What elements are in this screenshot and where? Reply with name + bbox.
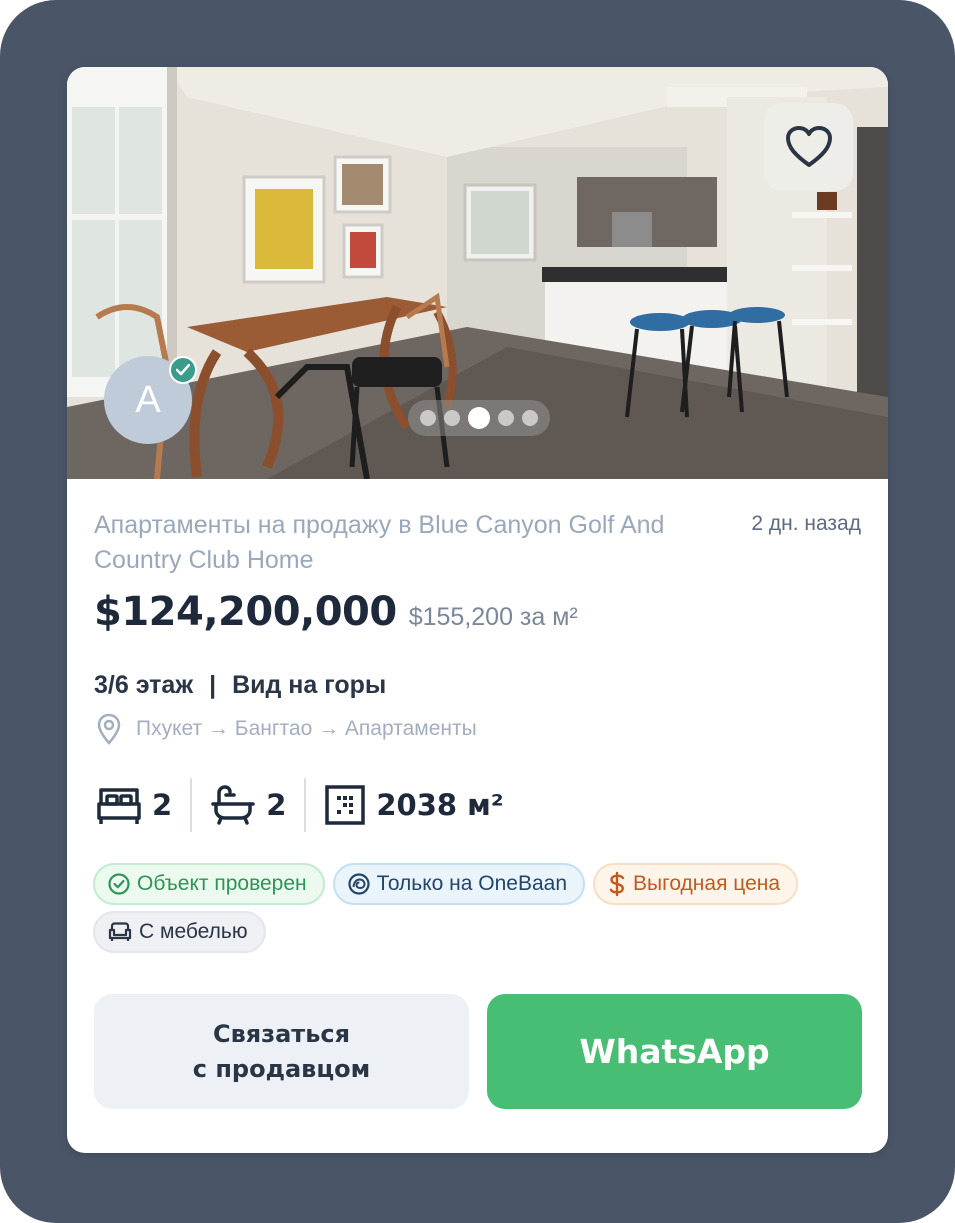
price-per-m2: $155,200 за м² — [408, 603, 578, 631]
spec-divider — [304, 778, 307, 832]
badge-good-price-label: Выгодная цена — [633, 872, 781, 895]
bathrooms-spec: 2 — [210, 784, 286, 826]
favorite-button[interactable] — [764, 103, 853, 191]
bathtub-icon — [211, 785, 255, 825]
features-separator: | — [209, 671, 217, 699]
whatsapp-button[interactable]: WhatsApp — [487, 994, 862, 1109]
features-row: 3/6 этаж | Вид на горы — [94, 671, 386, 700]
contact-seller-button[interactable]: Связаться с продавцом — [94, 994, 469, 1109]
check-icon — [176, 364, 190, 376]
gallery-dot[interactable] — [522, 410, 538, 426]
badge-exclusive-label: Только на OneBaan — [376, 872, 568, 895]
posted-time: 2 дн. назад — [751, 512, 861, 535]
badge-verified[interactable]: Объект проверен — [93, 863, 325, 905]
gallery-dot[interactable] — [444, 410, 460, 426]
gallery-dot[interactable] — [498, 410, 514, 426]
badge-verified-label: Объект проверен — [137, 872, 307, 895]
dollar-icon — [609, 871, 625, 897]
avatar-initial: A — [135, 378, 161, 421]
badge-furnished-label: С мебелью — [139, 920, 248, 943]
bathrooms-count: 2 — [266, 788, 287, 822]
bedrooms-spec: 2 — [96, 784, 172, 826]
listing-card[interactable]: A Апартаменты на продажу в Blue Canyon G… — [67, 67, 888, 1153]
check-circle-icon — [108, 873, 130, 895]
area-value: 2038 м² — [376, 788, 504, 822]
spec-divider — [190, 778, 193, 832]
location-row: Пхукет → Бангтао → Апартаменты — [96, 713, 477, 745]
onebaan-logo-icon — [348, 873, 370, 895]
location-breadcrumb[interactable]: Пхукет → Бангтао → Апартаменты — [136, 717, 477, 741]
area-spec: 2038 м² — [324, 784, 504, 826]
gallery-pagination — [408, 400, 550, 436]
badge-good-price[interactable]: Выгодная цена — [593, 863, 799, 905]
price-row: $124,200,000 $155,200 за м² — [94, 589, 578, 635]
view-info: Вид на горы — [232, 671, 387, 699]
bedrooms-count: 2 — [152, 788, 173, 822]
floor-info: 3/6 этаж — [94, 671, 194, 699]
device-frame: A Апартаменты на продажу в Blue Canyon G… — [0, 0, 955, 1223]
price: $124,200,000 — [94, 589, 397, 635]
listing-photo[interactable]: A — [67, 67, 888, 479]
gallery-dot[interactable] — [420, 410, 436, 426]
sofa-icon — [108, 922, 132, 941]
badge-furnished[interactable]: С мебелью — [93, 911, 266, 953]
badges-list: Объект проверен Только на OneBaan Выгодн… — [93, 863, 863, 953]
badge-exclusive[interactable]: Только на OneBaan — [332, 863, 586, 905]
area-icon — [325, 785, 366, 825]
map-pin-icon — [97, 713, 121, 745]
specs-row: 2 2 2038 м² — [96, 777, 504, 833]
verified-badge — [169, 356, 197, 384]
gallery-dot-active[interactable] — [468, 407, 490, 429]
bed-icon — [97, 788, 141, 824]
listing-title[interactable]: Апартаменты на продажу в Blue Canyon Gol… — [94, 508, 724, 578]
heart-icon — [785, 126, 832, 167]
